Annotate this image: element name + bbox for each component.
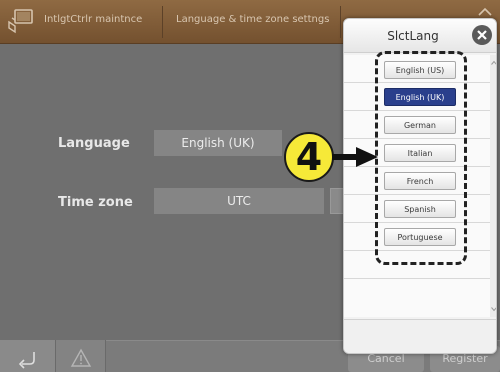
option-english-uk[interactable]: English (UK): [384, 88, 456, 106]
timezone-label: Time zone: [58, 195, 133, 210]
scroll-up-icon[interactable]: [490, 59, 497, 67]
callout-arrow-icon: [332, 147, 378, 167]
title-divider: [340, 6, 341, 38]
warning-button[interactable]: [56, 340, 106, 372]
step-callout-badge: 4: [284, 132, 334, 182]
dialog-header: SlctLang: [344, 19, 496, 53]
back-arrow-icon: [18, 352, 35, 369]
option-italian[interactable]: Italian: [384, 144, 456, 162]
list-item: Spanish: [344, 195, 490, 223]
list-item: English (UK): [344, 83, 490, 111]
option-french[interactable]: French: [384, 172, 456, 190]
timezone-value-field[interactable]: UTC: [154, 188, 324, 214]
language-list: English (US) English (UK) German Italian…: [344, 55, 496, 317]
timezone-select-button[interactable]: [330, 188, 344, 214]
back-button[interactable]: [0, 340, 56, 372]
dialog-title: SlctLang: [387, 29, 439, 43]
list-item: French: [344, 167, 490, 195]
list-item: [344, 279, 490, 307]
language-value-field[interactable]: English (UK): [154, 130, 282, 156]
language-label: Language: [58, 136, 130, 151]
option-english-us[interactable]: English (US): [384, 61, 456, 79]
list-item: German: [344, 111, 490, 139]
language-select-dialog: SlctLang English (US) English (UK) Germa…: [343, 18, 497, 354]
option-spanish[interactable]: Spanish: [384, 200, 456, 218]
option-portuguese[interactable]: Portuguese: [384, 228, 456, 246]
list-item: [344, 251, 490, 279]
list-item: Portuguese: [344, 223, 490, 251]
controller-icon: [8, 9, 33, 34]
app-title: IntlgtCtrlr maintnce: [44, 14, 143, 25]
scroll-down-icon[interactable]: [490, 305, 497, 313]
list-item: English (US): [344, 55, 490, 83]
screen-title: Language & time zone settngs: [176, 14, 330, 25]
title-divider: [162, 6, 163, 38]
close-button[interactable]: [472, 25, 492, 45]
warning-icon: [70, 348, 92, 367]
list-scrollbar[interactable]: [490, 55, 496, 317]
dialog-footer: [344, 319, 496, 353]
option-german[interactable]: German: [384, 116, 456, 134]
close-icon: [477, 30, 487, 40]
